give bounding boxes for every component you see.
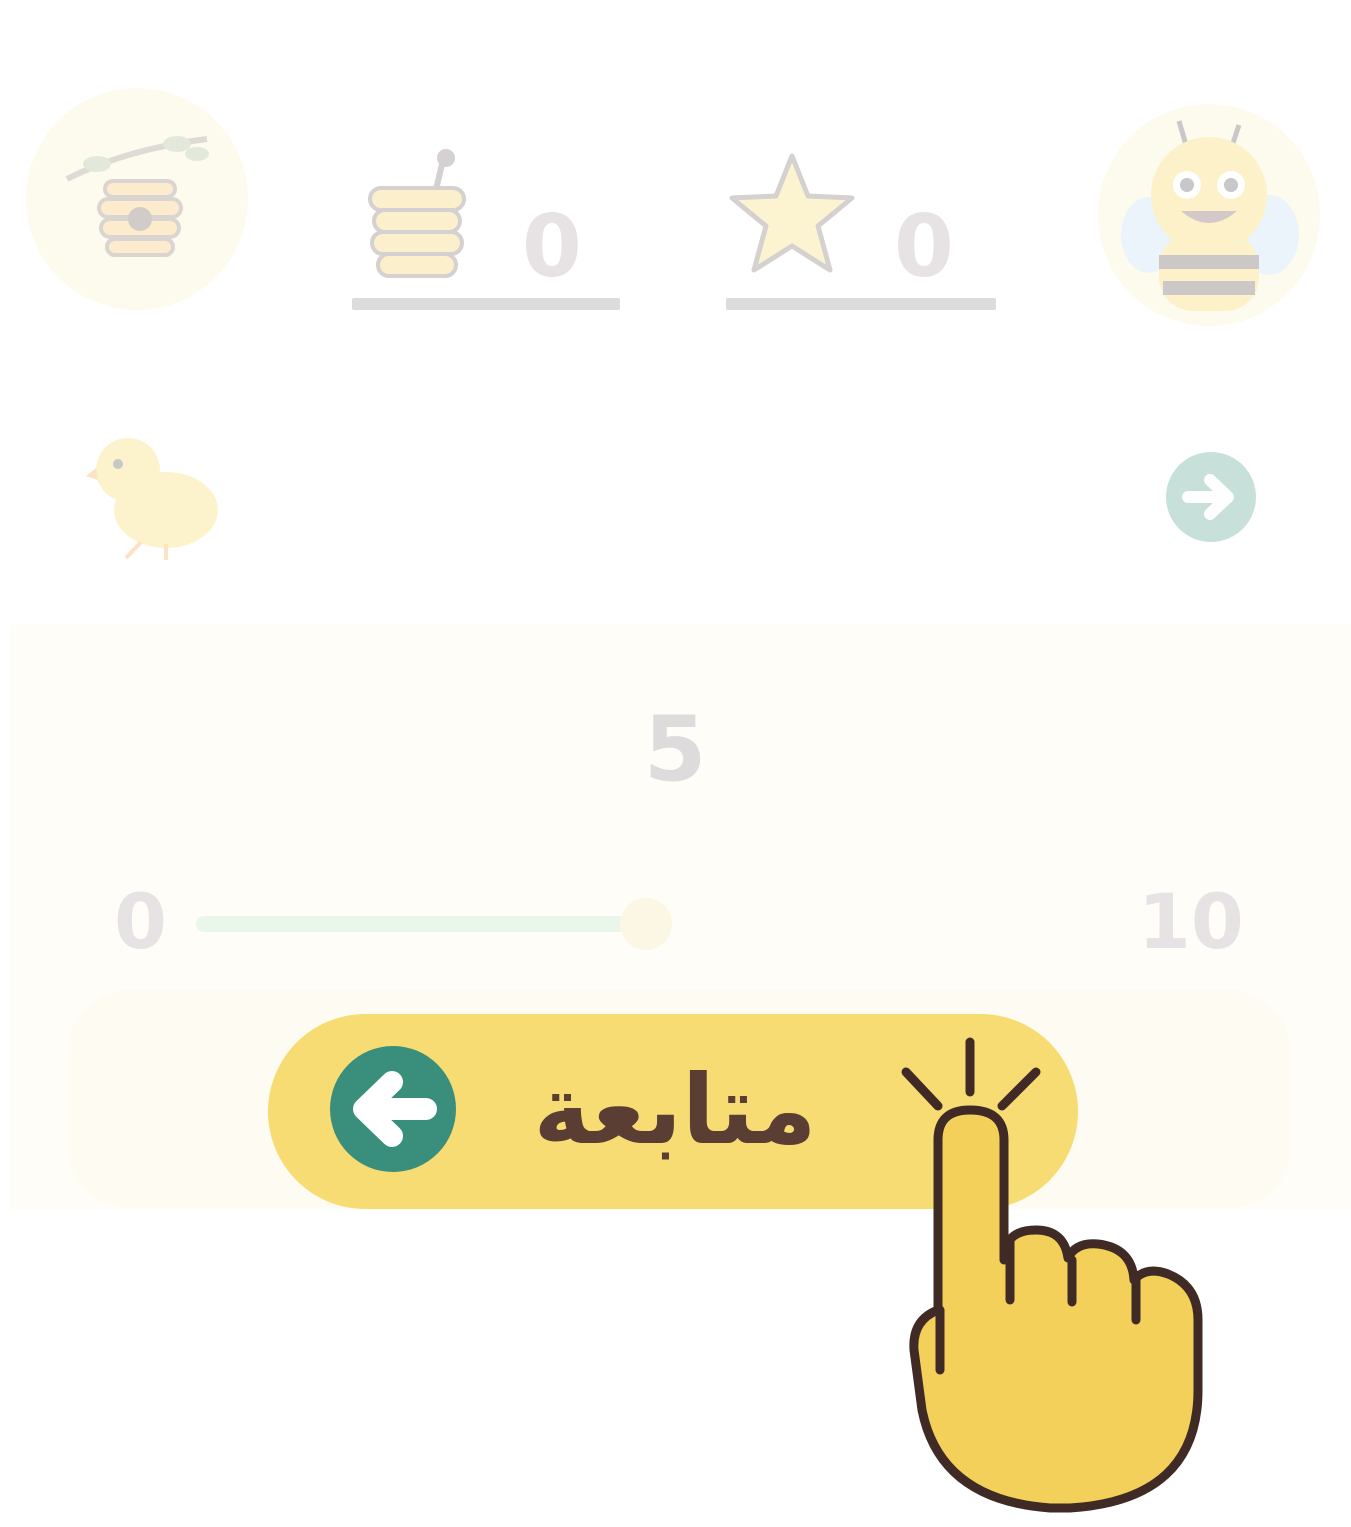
honey-counter: 0 (352, 140, 620, 315)
star-underline (726, 298, 996, 310)
chick-icon (86, 430, 226, 565)
honey-underline (352, 298, 620, 310)
star-icon (729, 153, 855, 273)
continue-label: متابعة (533, 1054, 817, 1166)
slider-thumb[interactable] (620, 898, 672, 950)
arrow-right-circle-icon[interactable] (1166, 452, 1256, 542)
star-counter: 0 (726, 140, 996, 315)
slider-value-display: 5 (643, 697, 707, 802)
slider-fill (196, 916, 646, 932)
beehive-icon[interactable] (26, 88, 248, 310)
honey-pot-icon (368, 149, 466, 278)
bee-icon[interactable] (1098, 104, 1320, 326)
slider-min-label: 0 (114, 877, 167, 966)
tap-hand-icon (901, 1037, 1203, 1513)
arrow-left-circle-icon (330, 1046, 456, 1172)
number-slider[interactable] (196, 898, 1096, 950)
slider-max-label: 10 (1138, 877, 1244, 966)
star-count: 0 (894, 197, 954, 297)
honey-count: 0 (522, 197, 582, 297)
